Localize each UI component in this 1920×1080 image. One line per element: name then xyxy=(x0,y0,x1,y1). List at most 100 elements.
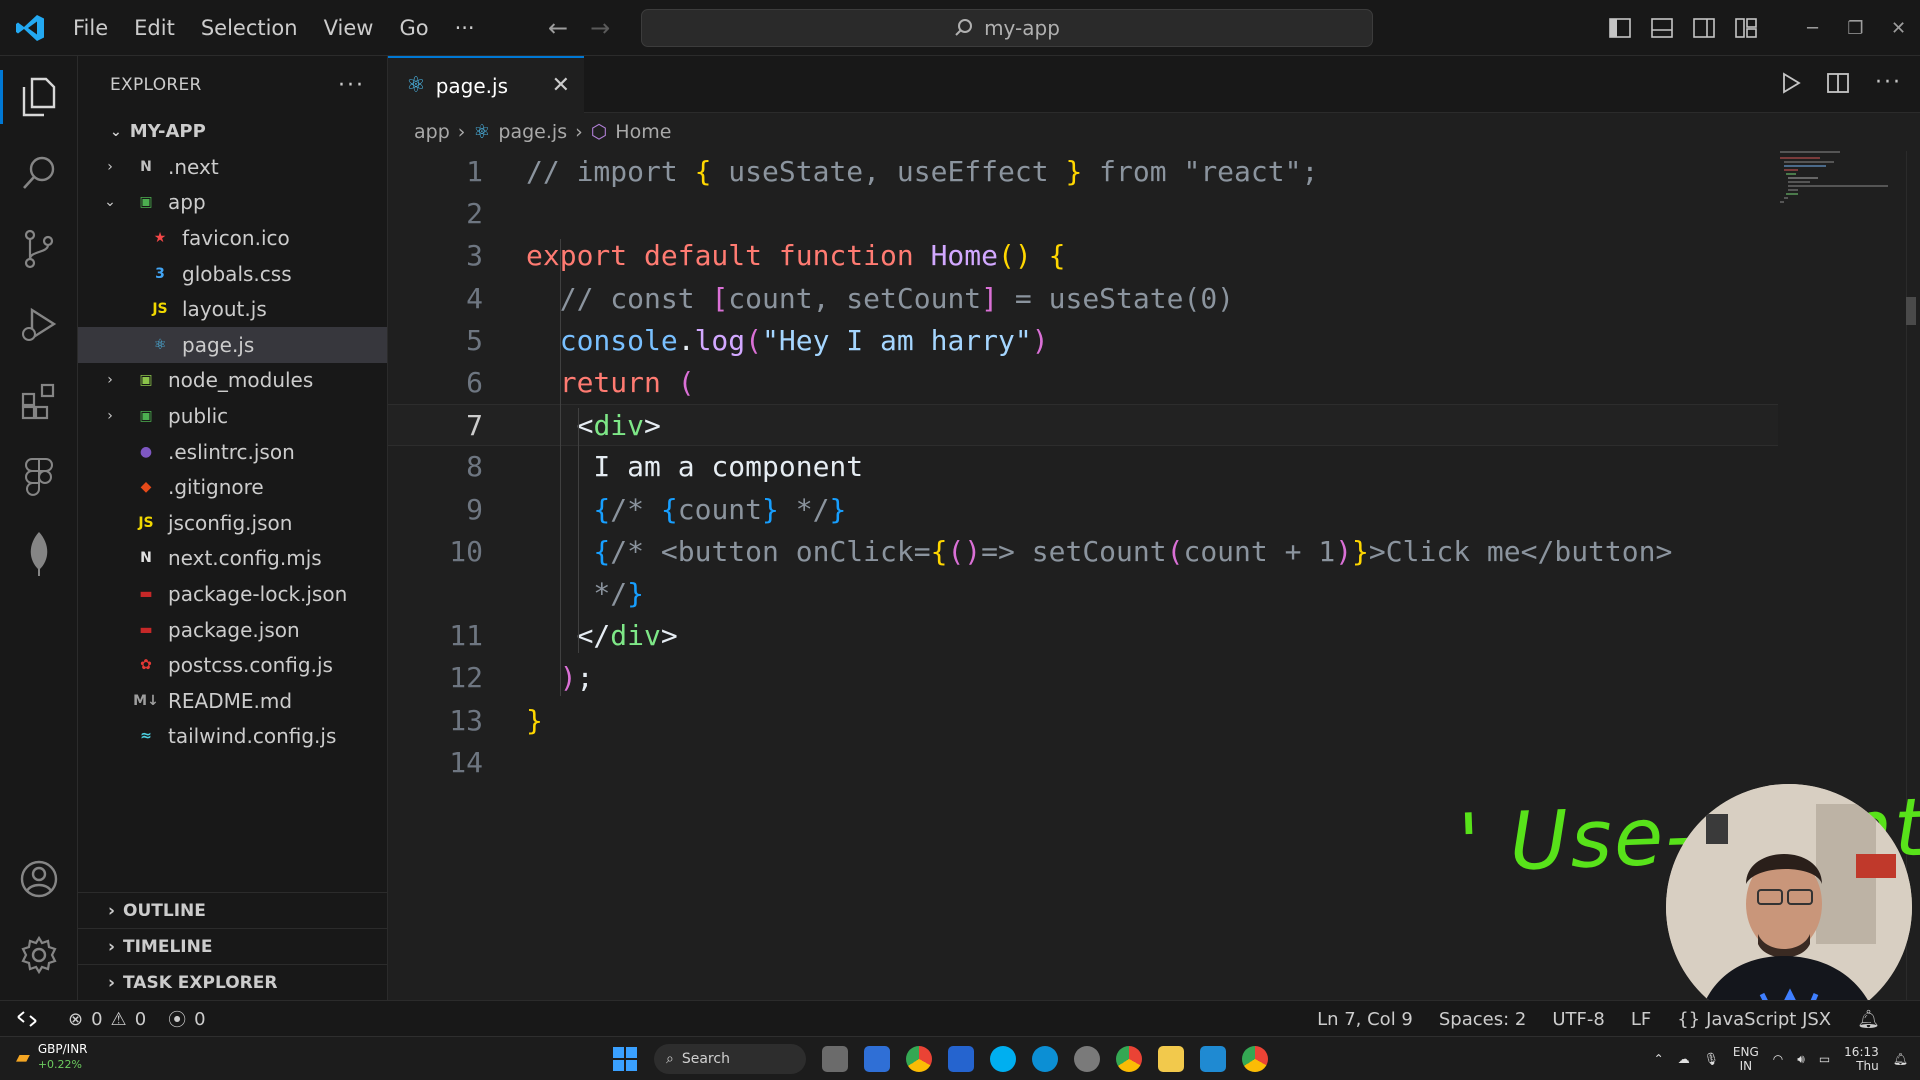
task-view-icon[interactable] xyxy=(822,1046,848,1072)
indentation[interactable]: Spaces: 2 xyxy=(1439,1009,1526,1030)
command-center-search[interactable]: my-app xyxy=(641,9,1373,47)
manage-gear-icon[interactable] xyxy=(0,920,78,990)
mongodb-leaf-icon[interactable] xyxy=(0,518,78,588)
code-line[interactable]: 4 // const [count, setCount] = useState(… xyxy=(388,278,1778,320)
stock-widget[interactable]: ▰ GBP/INR +0.22% xyxy=(16,1042,88,1072)
search-icon[interactable] xyxy=(0,138,78,208)
code-line[interactable]: 10 {/* <button onClick={()=> setCount(co… xyxy=(388,531,1778,573)
scrollbar-thumb[interactable] xyxy=(1906,297,1916,325)
breadcrumb-file[interactable]: page.js xyxy=(498,121,567,143)
code-line[interactable]: 9 {/* {count} */} xyxy=(388,489,1778,531)
windows-start-icon[interactable] xyxy=(612,1046,638,1072)
language-mode[interactable]: {} JavaScript JSX xyxy=(1677,1009,1831,1030)
tree-item-eslintrc-json[interactable]: ● .eslintrc.json xyxy=(78,434,387,470)
tree-item-package-json[interactable]: ▬ package.json xyxy=(78,612,387,648)
tab-page-js[interactable]: ⚛ page.js ✕ xyxy=(388,56,584,113)
calendar-app-icon[interactable] xyxy=(864,1046,890,1072)
chrome-profile-icon[interactable] xyxy=(1116,1046,1142,1072)
account-icon[interactable] xyxy=(0,844,78,914)
explorer-more-actions-icon[interactable]: ··· xyxy=(338,73,365,98)
battery-icon[interactable]: ▭ xyxy=(1819,1052,1830,1066)
toggle-primary-sidebar-icon[interactable] xyxy=(1599,0,1641,56)
tree-item-jsconfig-json[interactable]: JS jsconfig.json xyxy=(78,505,387,541)
problems-indicator[interactable]: ⊗ 0 ⚠ 0 xyxy=(68,1009,146,1030)
tree-item-next[interactable]: › N .next xyxy=(78,149,387,185)
task-explorer-section[interactable]: › TASK EXPLORER xyxy=(78,964,388,1000)
volume-icon[interactable]: 🔊︎ xyxy=(1797,1052,1805,1067)
tree-item-gitignore[interactable]: ◆ .gitignore xyxy=(78,469,387,505)
more-actions-icon[interactable]: ··· xyxy=(1875,70,1902,95)
code-line[interactable]: 12 ); xyxy=(388,657,1778,699)
tree-item-next-config-mjs[interactable]: Nnext.config.mjs xyxy=(78,541,387,577)
microphone-icon[interactable]: 🎙︎ xyxy=(1704,1052,1719,1066)
encoding[interactable]: UTF-8 xyxy=(1552,1009,1604,1030)
code-line[interactable]: 3 export default function Home() { xyxy=(388,235,1778,277)
go-back-icon[interactable]: ← xyxy=(548,14,568,42)
code-line[interactable]: 5 console.log("Hey I am harry") xyxy=(388,320,1778,362)
extensions-icon[interactable] xyxy=(0,366,78,436)
tree-item-favicon-ico[interactable]: ★ favicon.ico xyxy=(78,220,387,256)
cursor-position[interactable]: Ln 7, Col 9 xyxy=(1317,1009,1413,1030)
menu-item-go[interactable]: Go xyxy=(386,0,441,56)
notification-center-icon[interactable]: 🔔︎ xyxy=(1893,1052,1908,1066)
tree-item-package-lock-json[interactable]: ▬ package-lock.json xyxy=(78,576,387,612)
run-code-icon[interactable] xyxy=(1781,71,1801,94)
menu-item-file[interactable]: File xyxy=(60,0,121,56)
tree-item-node-modules[interactable]: › ▣ node_modules xyxy=(78,363,387,399)
clock[interactable]: 16:13 Thu xyxy=(1844,1045,1879,1073)
customize-layout-icon[interactable] xyxy=(1725,0,1767,56)
close-window-icon[interactable]: ✕ xyxy=(1877,0,1920,56)
toggle-secondary-sidebar-icon[interactable] xyxy=(1683,0,1725,56)
close-tab-icon[interactable]: ✕ xyxy=(552,73,570,98)
taskbar-search[interactable]: ⌕ Search xyxy=(654,1044,806,1074)
minimize-icon[interactable]: ─ xyxy=(1791,0,1834,56)
edge-icon[interactable] xyxy=(1032,1046,1058,1072)
source-control-icon[interactable] xyxy=(0,214,78,284)
outline-section[interactable]: › OUTLINE xyxy=(78,892,388,928)
code-line[interactable]: */} xyxy=(388,573,1778,615)
code-line[interactable]: 1 // import { useState, useEffect } from … xyxy=(388,151,1778,193)
breadcrumb-symbol[interactable]: Home xyxy=(615,121,671,143)
todo-app-icon[interactable] xyxy=(948,1046,974,1072)
onedrive-icon[interactable]: ☁ xyxy=(1678,1052,1690,1066)
minimap[interactable] xyxy=(1778,151,1888,211)
code-line[interactable]: 8 I am a component xyxy=(388,446,1778,488)
code-line[interactable]: 7 <div> xyxy=(388,404,1778,447)
chrome-icon[interactable] xyxy=(906,1046,932,1072)
tree-item-globals-css[interactable]: 3 globals.css xyxy=(78,256,387,292)
file-explorer-icon[interactable] xyxy=(1158,1046,1184,1072)
go-forward-icon[interactable]: → xyxy=(590,14,610,42)
tree-item-layout-js[interactable]: JS layout.js xyxy=(78,291,387,327)
code-line[interactable]: 2 xyxy=(388,193,1778,235)
code-line[interactable]: 13} xyxy=(388,700,1778,742)
tree-item-postcss-config-js[interactable]: ✿ postcss.config.js xyxy=(78,647,387,683)
code-line[interactable]: 6 return ( xyxy=(388,362,1778,404)
tray-overflow-icon[interactable]: ⌃ xyxy=(1654,1052,1664,1066)
wifi-icon[interactable]: ◠ xyxy=(1773,1052,1783,1066)
menu-item-selection[interactable]: Selection xyxy=(188,0,311,56)
tree-item-app[interactable]: ⌄ ▣ app xyxy=(78,185,387,221)
breadcrumb-folder[interactable]: app xyxy=(414,121,450,143)
tree-item-tailwind-config-js[interactable]: ≈ tailwind.config.js xyxy=(78,719,387,755)
tree-item-readme-md[interactable]: M↓ README.md xyxy=(78,683,387,719)
timeline-section[interactable]: › TIMELINE xyxy=(78,928,388,964)
notifications-bell-icon[interactable]: 🔔︎ xyxy=(1857,1009,1880,1030)
menu-item-edit[interactable]: Edit xyxy=(121,0,188,56)
language-indicator[interactable]: ENG IN xyxy=(1733,1045,1759,1073)
remote-indicator-icon[interactable] xyxy=(0,1001,54,1037)
workspace-root[interactable]: ⌄ MY-APP xyxy=(78,114,387,149)
tree-item-public[interactable]: › ▣ public xyxy=(78,398,387,434)
code-line[interactable]: 11 </div> xyxy=(388,615,1778,657)
explorer-icon[interactable] xyxy=(0,62,78,132)
restore-icon[interactable]: ❐ xyxy=(1834,0,1877,56)
run-debug-icon[interactable] xyxy=(0,290,78,360)
end-of-line[interactable]: LF xyxy=(1631,1009,1651,1030)
figma-icon[interactable] xyxy=(0,442,78,512)
ports-indicator[interactable]: ⦿ 0 xyxy=(168,1006,205,1032)
split-editor-icon[interactable] xyxy=(1827,72,1849,93)
skype-icon[interactable] xyxy=(990,1046,1016,1072)
code-line[interactable]: 14 xyxy=(388,742,1778,784)
menu-item-more[interactable]: ··· xyxy=(442,0,488,56)
vscode-taskbar-icon[interactable] xyxy=(1200,1046,1226,1072)
tree-item-page-js[interactable]: ⚛ page.js xyxy=(78,326,387,363)
